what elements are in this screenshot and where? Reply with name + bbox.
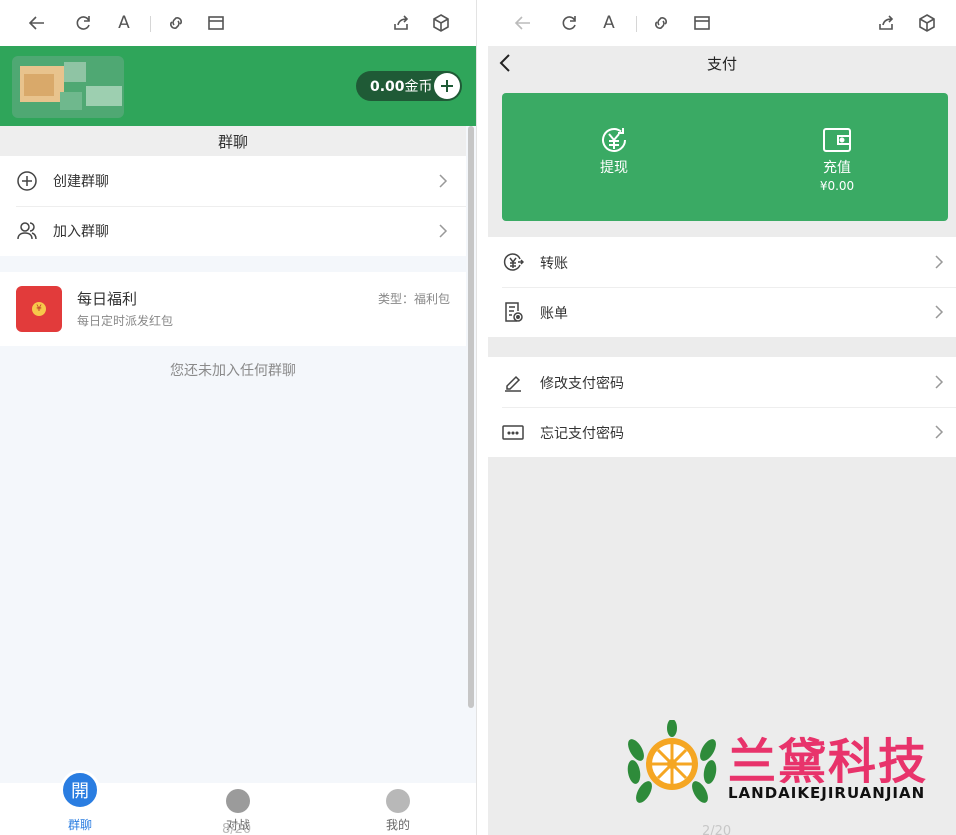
- cube-icon[interactable]: [430, 12, 452, 34]
- page-counter-ghost: 8/20: [222, 822, 252, 835]
- bill-row[interactable]: 账单: [488, 287, 956, 337]
- page-counter-ghost: 2/20: [702, 824, 732, 835]
- menu-label: 创建群聊: [53, 174, 109, 190]
- toolbar-divider: [636, 16, 637, 32]
- chevron-right-icon: [438, 173, 448, 189]
- chevron-right-icon: [934, 304, 944, 320]
- refresh-icon[interactable]: [558, 12, 580, 34]
- brand-logo-icon: [626, 719, 718, 806]
- share-icon[interactable]: [875, 12, 897, 34]
- row-label: 忘记支付密码: [540, 426, 624, 442]
- group-chat-tab-icon[interactable]: 開: [60, 770, 100, 810]
- recharge-label: 充值: [823, 160, 851, 176]
- payment-nav-bar: 支付: [488, 46, 956, 80]
- screenshot-root: A 0.00金币 群聊 创建群聊 加入群聊 ¥ 每日福利 每日定时派发红包 类型…: [0, 0, 956, 835]
- font-size-icon[interactable]: A: [598, 12, 620, 34]
- brand-subtitle: LANDAIKEJIRUANJIAN: [728, 784, 926, 802]
- section-title: 群聊: [0, 126, 466, 156]
- withdraw-label: 提现: [600, 160, 628, 176]
- join-group-row[interactable]: 加入群聊: [0, 206, 466, 256]
- withdraw-button[interactable]: 提现: [569, 125, 659, 177]
- back-arrow-icon[interactable]: [512, 12, 534, 34]
- coin-balance-text: 0.00金币: [370, 79, 433, 95]
- transfer-icon: [502, 251, 525, 273]
- share-icon[interactable]: [390, 12, 412, 34]
- row-label: 修改支付密码: [540, 376, 624, 392]
- red-packet-icon: ¥: [16, 286, 62, 332]
- chevron-right-icon: [934, 374, 944, 390]
- chevron-right-icon: [934, 424, 944, 440]
- left-phone-panel: A 0.00金币 群聊 创建群聊 加入群聊 ¥ 每日福利 每日定时派发红包 类型…: [0, 0, 477, 835]
- add-coins-icon[interactable]: [434, 73, 460, 99]
- empty-state-text: 您还未加入任何群聊: [170, 363, 296, 379]
- toolbar-divider: [150, 16, 151, 32]
- payment-menu-b: 修改支付密码 忘记支付密码: [488, 357, 956, 457]
- tab-mine[interactable]: 我的: [358, 783, 438, 835]
- chevron-right-icon: [934, 254, 944, 270]
- right-phone-panel: A 支付 提现 充值 ¥0.00 转账 账单 修改支付密码 忘记支付密码 2/2…: [488, 0, 956, 835]
- tab-label: 我的: [385, 818, 410, 832]
- users-icon: [16, 220, 38, 242]
- browser-toolbar-right: A: [488, 0, 956, 46]
- withdraw-icon: [597, 125, 631, 155]
- row-label: 转账: [540, 256, 568, 272]
- tab-label: 群聊: [67, 818, 92, 832]
- welfare-title: 每日福利: [77, 290, 138, 308]
- plus-circle-icon: [16, 170, 38, 192]
- scrollbar[interactable]: [468, 126, 474, 708]
- profile-header: 0.00金币: [0, 46, 476, 126]
- link-icon[interactable]: [650, 12, 672, 34]
- battle-icon: [226, 789, 250, 813]
- brand-name: 兰黛科技: [728, 734, 929, 790]
- window-icon[interactable]: [205, 12, 227, 34]
- daily-welfare-item[interactable]: ¥ 每日福利 每日定时派发红包 类型：福利包: [0, 272, 466, 346]
- refresh-icon[interactable]: [72, 12, 94, 34]
- avatar[interactable]: [12, 56, 124, 118]
- page-title: 支付: [706, 55, 737, 73]
- welfare-subtitle: 每日定时派发红包: [77, 314, 174, 328]
- link-icon[interactable]: [165, 12, 187, 34]
- group-menu: 创建群聊 加入群聊: [0, 156, 466, 256]
- recharge-amount: ¥0.00: [819, 179, 855, 193]
- menu-label: 加入群聊: [53, 224, 109, 240]
- payment-menu-a: 转账 账单: [488, 237, 956, 337]
- cube-icon[interactable]: [916, 12, 938, 34]
- recharge-button[interactable]: 充值 ¥0.00: [792, 125, 882, 193]
- row-label: 账单: [540, 306, 568, 322]
- font-size-icon[interactable]: A: [113, 12, 135, 34]
- change-password-row[interactable]: 修改支付密码: [488, 357, 956, 407]
- payment-card: 提现 充值 ¥0.00: [502, 93, 948, 221]
- chevron-right-icon: [438, 223, 448, 239]
- wallet-icon: [820, 125, 854, 155]
- browser-toolbar-left: A: [0, 0, 476, 46]
- profile-tab-icon: [386, 789, 410, 813]
- keyboard-icon: [502, 421, 524, 443]
- welfare-type: 类型：福利包: [377, 292, 450, 306]
- transfer-row[interactable]: 转账: [488, 237, 956, 287]
- forgot-password-row[interactable]: 忘记支付密码: [488, 407, 956, 457]
- back-arrow-icon[interactable]: [26, 12, 48, 34]
- pen-icon: [502, 371, 524, 393]
- bill-icon: [502, 301, 524, 323]
- window-icon[interactable]: [691, 12, 713, 34]
- coin-balance-pill[interactable]: 0.00金币: [356, 71, 462, 101]
- create-group-row[interactable]: 创建群聊: [0, 156, 466, 206]
